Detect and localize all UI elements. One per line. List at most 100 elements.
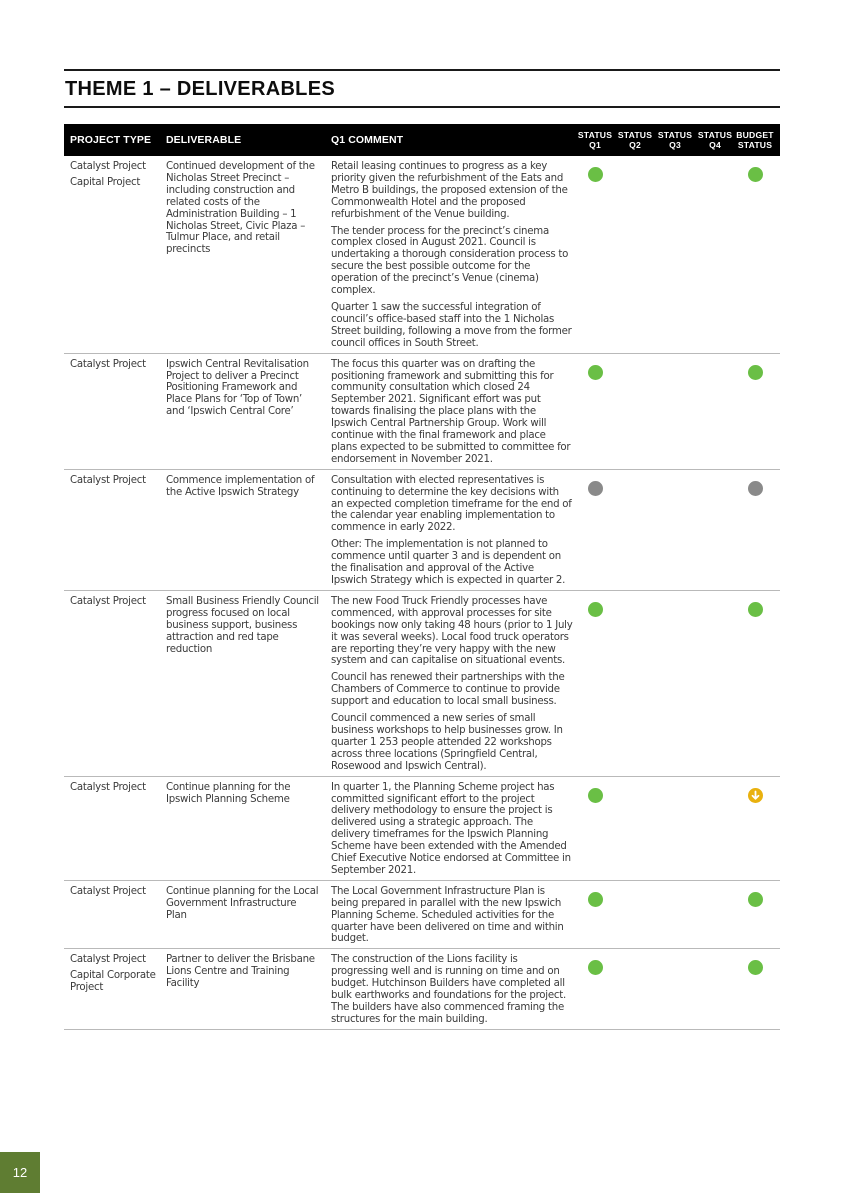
status-q2-cell xyxy=(615,475,655,587)
page-number: 12 xyxy=(0,1152,40,1193)
q1-comment-cell: The construction of the Lions facility i… xyxy=(325,954,575,1025)
status-on-track-icon xyxy=(587,787,603,803)
status-q3-cell xyxy=(655,359,695,466)
status-q4-cell xyxy=(695,359,735,466)
status-q3-cell xyxy=(655,161,695,350)
project-type-cell: Catalyst Project xyxy=(64,886,160,946)
comment-paragraph: In quarter 1, the Planning Scheme projec… xyxy=(331,781,571,876)
project-type: Capital Corporate Project xyxy=(70,970,156,994)
q1-comment-cell: The focus this quarter was on drafting t… xyxy=(325,359,575,466)
status-on-track-icon xyxy=(747,891,763,907)
status-down-arrow-icon xyxy=(747,787,763,803)
header-status-q3: STATUS Q3 xyxy=(657,130,693,150)
comment-paragraph: The construction of the Lions facility i… xyxy=(331,954,566,1025)
status-q1-cell xyxy=(575,954,615,1025)
status-on-track-icon xyxy=(587,364,603,380)
project-type: Catalyst Project xyxy=(70,358,146,370)
status-q4-cell xyxy=(695,596,735,773)
budget-status-cell xyxy=(735,359,775,466)
header-q1-comment: Q1 COMMENT xyxy=(331,134,404,146)
comment-paragraph: Consultation with elected representative… xyxy=(331,474,572,534)
comment-paragraph: Quarter 1 saw the successful integration… xyxy=(331,301,572,349)
status-q1-cell xyxy=(575,359,615,466)
status-on-track-icon xyxy=(747,167,763,182)
header-deliverable: DELIVERABLE xyxy=(166,134,242,146)
status-q3-cell xyxy=(655,475,695,587)
comment-paragraph: The tender process for the precinct’s ci… xyxy=(331,225,569,297)
budget-status-cell xyxy=(735,954,775,1025)
comment-paragraph: The focus this quarter was on drafting t… xyxy=(331,358,571,465)
budget-status-cell xyxy=(735,475,775,587)
status-q2-cell xyxy=(615,782,655,877)
status-on-track-icon xyxy=(747,364,763,380)
status-q1-cell xyxy=(575,596,615,773)
status-q3-cell xyxy=(655,596,695,773)
status-q1-cell xyxy=(575,782,615,877)
q1-comment-cell: In quarter 1, the Planning Scheme projec… xyxy=(325,782,575,877)
project-type: Catalyst Project xyxy=(70,885,146,897)
q1-comment-cell: The new Food Truck Friendly processes ha… xyxy=(325,596,575,773)
comment-paragraph: The Local Government Infrastructure Plan… xyxy=(331,885,564,945)
table-row: Catalyst Project Continue planning for th… xyxy=(64,881,780,950)
status-q3-cell xyxy=(655,886,695,946)
table-row: Catalyst Project Continue planning for th… xyxy=(64,777,780,881)
table-row: Catalyst Project Small Business Friendly … xyxy=(64,591,780,777)
status-on-track-icon xyxy=(587,167,603,182)
table-header: PROJECT TYPE DELIVERABLE Q1 COMMENT STAT… xyxy=(64,124,780,156)
page-title: THEME 1 – DELIVERABLES xyxy=(65,78,335,100)
comment-paragraph: Council has renewed their partnerships w… xyxy=(331,672,565,708)
deliverable-cell: Ipswich Central Revitalisation Project t… xyxy=(166,358,309,418)
header-budget-status: BUDGET STATUS xyxy=(736,130,774,150)
project-type: Catalyst Project xyxy=(70,161,146,172)
project-type-cell: Catalyst Project xyxy=(64,596,160,773)
status-on-track-icon xyxy=(747,960,763,976)
project-type-cell: Catalyst Project Capital Corporate Projec… xyxy=(64,954,160,1025)
status-on-track-icon xyxy=(747,601,763,617)
table-row: Catalyst Project Commence implementation … xyxy=(64,470,780,591)
status-q2-cell xyxy=(615,359,655,466)
project-type-cell: Catalyst Project xyxy=(64,359,160,466)
header-status-q2: STATUS Q2 xyxy=(617,130,653,150)
table-row: Catalyst Project Capital Corporate Projec… xyxy=(64,949,780,1030)
status-q2-cell xyxy=(615,954,655,1025)
status-q3-cell xyxy=(655,782,695,877)
status-q2-cell xyxy=(615,596,655,773)
project-type-cell: Catalyst Project xyxy=(64,475,160,587)
status-q1-cell xyxy=(575,475,615,587)
status-q4-cell xyxy=(695,886,735,946)
project-type-cell: Catalyst Project xyxy=(64,782,160,877)
status-on-track-icon xyxy=(587,960,603,976)
status-on-track-icon xyxy=(587,601,603,617)
status-not-started-icon xyxy=(587,480,603,496)
comment-paragraph: Council commenced a new series of small … xyxy=(331,713,563,772)
budget-status-cell xyxy=(735,596,775,773)
project-type: Capital Project xyxy=(70,176,141,188)
status-q1-cell xyxy=(575,886,615,946)
table-body: Catalyst Project Capital Project Continued… xyxy=(64,156,780,1030)
comment-paragraph: Retail leasing continues to progress as … xyxy=(331,161,568,220)
header-project-type: PROJECT TYPE xyxy=(70,134,152,146)
status-q2-cell xyxy=(615,886,655,946)
top-rule xyxy=(64,69,780,71)
q1-comment-cell: The Local Government Infrastructure Plan… xyxy=(325,886,575,946)
project-type: Catalyst Project xyxy=(70,781,146,793)
status-q4-cell xyxy=(695,782,735,877)
deliverable-cell: Continue planning for the Local Governme… xyxy=(166,885,319,921)
project-type: Catalyst Project xyxy=(70,954,146,966)
header-status-q4: STATUS Q4 xyxy=(697,130,733,150)
table-row: Catalyst Project Capital Project Continued… xyxy=(64,156,780,354)
project-type: Catalyst Project xyxy=(70,595,146,607)
title-rule xyxy=(64,106,780,108)
status-q4-cell xyxy=(695,161,735,350)
q1-comment-cell: Retail leasing continues to progress as … xyxy=(325,161,575,350)
status-not-started-icon xyxy=(747,480,763,496)
comment-paragraph: Other: The implementation is not planned… xyxy=(331,539,566,586)
budget-status-cell xyxy=(735,886,775,946)
deliverable-cell: Small Business Friendly Council progress… xyxy=(166,595,319,655)
header-status-q1: STATUS Q1 xyxy=(577,130,613,150)
comment-paragraph: The new Food Truck Friendly processes ha… xyxy=(331,595,573,667)
project-type-cell: Catalyst Project Capital Project xyxy=(64,161,160,350)
project-type: Catalyst Project xyxy=(70,474,146,486)
status-on-track-icon xyxy=(587,891,603,907)
deliverables-table: PROJECT TYPE DELIVERABLE Q1 COMMENT STAT… xyxy=(64,124,780,1030)
